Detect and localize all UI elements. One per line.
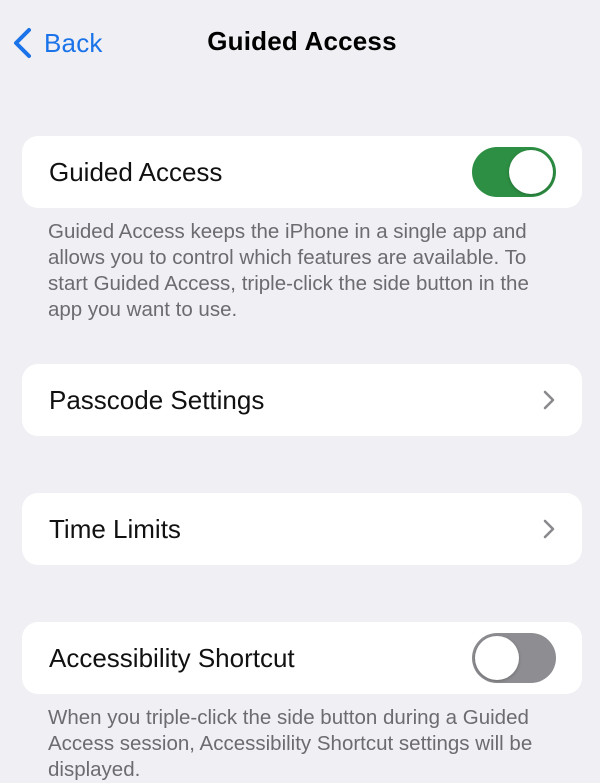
accessibility-shortcut-footnote: When you triple-click the side button du… (48, 706, 533, 781)
accessibility-shortcut-row: Accessibility Shortcut (22, 622, 582, 694)
toggle-knob (475, 636, 519, 680)
passcode-settings-row[interactable]: Passcode Settings (22, 364, 582, 436)
chevron-right-icon (543, 519, 555, 539)
accessibility-shortcut-label: Accessibility Shortcut (49, 643, 295, 673)
navigation-bar: Back Guided Access (0, 0, 600, 84)
toggle-knob (509, 150, 553, 194)
guided-access-label: Guided Access (49, 157, 223, 187)
page-title: Guided Access (207, 26, 397, 56)
guided-access-footnote: Guided Access keeps the iPhone in a sing… (48, 220, 529, 321)
time-limits-label: Time Limits (49, 514, 181, 544)
guided-access-row: Guided Access (22, 136, 582, 208)
chevron-right-icon (543, 390, 555, 410)
guided-access-toggle[interactable] (472, 147, 556, 197)
time-limits-row[interactable]: Time Limits (22, 493, 582, 565)
accessibility-shortcut-toggle[interactable] (472, 633, 556, 683)
passcode-settings-label: Passcode Settings (49, 385, 265, 415)
